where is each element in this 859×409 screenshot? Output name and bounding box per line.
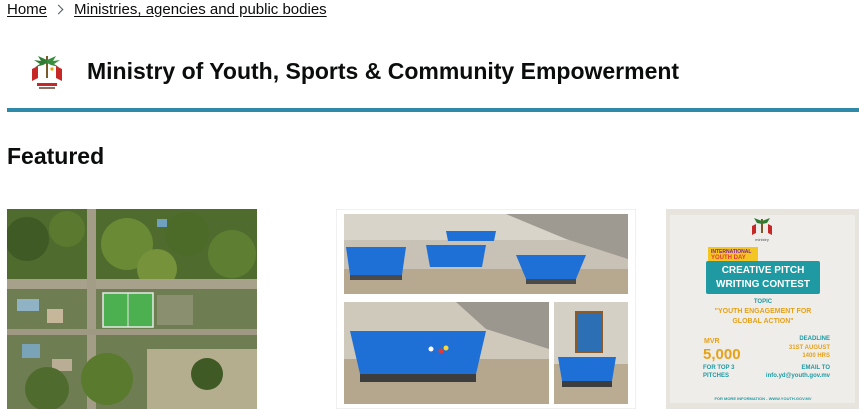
- featured-card-billiards-hall[interactable]: [336, 209, 636, 409]
- featured-card-aerial-sports-field[interactable]: [7, 209, 257, 409]
- contest-poster-image: ministry INTERNATIONAL YOUTH DAY CREATIV…: [666, 209, 859, 409]
- organisation-title-divider: [7, 108, 859, 112]
- poster-prize-amount: 5,000: [703, 346, 741, 363]
- featured-heading: Featured: [7, 143, 105, 169]
- poster-email-label: EMAIL TO: [802, 365, 831, 371]
- poster-email: info.yd@youth.gov.mv: [766, 373, 831, 379]
- aerial-view-image: [7, 209, 257, 409]
- poster-topic-label: TOPIC: [754, 299, 773, 305]
- poster-prize-note-line2: PITCHES: [703, 373, 729, 379]
- poster-topic-line2: GLOBAL ACTION": [732, 318, 793, 325]
- organisation-header: Ministry of Youth, Sports & Community Em…: [7, 46, 859, 108]
- poster-title-line1: CREATIVE PITCH: [722, 265, 805, 276]
- breadcrumb-home-link[interactable]: Home: [7, 1, 47, 18]
- poster-deadline-time: 1400 HRS: [802, 353, 830, 359]
- breadcrumb: Home Ministries, agencies and public bod…: [7, 0, 327, 18]
- poster-deadline-date: 31ST AUGUST: [789, 345, 830, 351]
- organisation-title: Ministry of Youth, Sports & Community Em…: [87, 58, 680, 84]
- breadcrumb-ministries-link[interactable]: Ministries, agencies and public bodies: [74, 1, 327, 18]
- featured-card-writing-contest-poster[interactable]: ministry INTERNATIONAL YOUTH DAY CREATIV…: [666, 209, 859, 409]
- chevron-right-icon: [53, 4, 64, 14]
- poster-title-line2: WRITING CONTEST: [716, 279, 810, 290]
- maldives-emblem-logo: [32, 56, 62, 89]
- poster-footer: FOR MORE INFORMATION - WWW.YOUTH.GOV.MV: [714, 396, 811, 401]
- poster-prize-currency: MVR: [704, 338, 720, 345]
- poster-prize-note-line1: FOR TOP 3: [703, 365, 735, 371]
- poster-badge-bottom: YOUTH DAY: [711, 255, 746, 261]
- poster-topic-line1: "YOUTH ENGAGEMENT FOR: [715, 308, 812, 315]
- poster-deadline-label: DEADLINE: [799, 336, 830, 342]
- svg-text:ministry: ministry: [755, 237, 769, 242]
- billiards-hall-image: [336, 209, 636, 409]
